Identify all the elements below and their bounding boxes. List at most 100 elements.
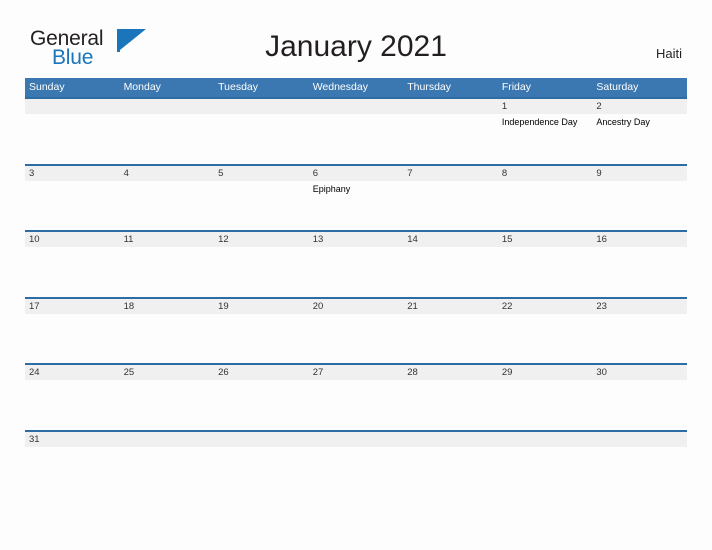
day-cell[interactable] <box>25 99 120 164</box>
day-cell[interactable]: 6 Epiphany <box>309 166 404 231</box>
day-cell[interactable] <box>309 432 404 497</box>
day-number: 19 <box>218 300 229 312</box>
day-number <box>313 432 404 447</box>
weekday-wednesday: Wednesday <box>312 81 368 93</box>
day-cell[interactable]: 8 <box>498 166 593 231</box>
day-number: 25 <box>123 367 135 379</box>
day-number: 15 <box>501 234 513 246</box>
day-number: 29 <box>501 367 513 379</box>
day-cell[interactable] <box>120 432 215 497</box>
day-cell[interactable]: 4 <box>120 166 215 231</box>
day-cell[interactable]: 24 <box>25 365 120 430</box>
day-number: 16 <box>596 234 607 246</box>
day-number <box>29 99 120 114</box>
day-number: 22 <box>501 300 513 312</box>
day-number: 21 <box>407 300 418 312</box>
day-number: 9 <box>596 167 602 179</box>
day-number: 3 <box>29 167 35 179</box>
day-number <box>502 432 593 447</box>
day-number: 27 <box>312 367 324 379</box>
day-number <box>218 99 309 114</box>
weekday-saturday: Saturday <box>596 81 639 93</box>
day-cell[interactable]: 18 <box>120 299 215 364</box>
day-cell[interactable]: 21 <box>403 299 498 364</box>
day-cell[interactable]: 15 <box>498 232 593 297</box>
weekday-friday: Friday <box>501 81 531 93</box>
week-row: 17 18 19 20 21 22 23 <box>25 296 687 364</box>
day-number: 24 <box>29 367 40 379</box>
day-event: Ancestry Day <box>596 117 650 127</box>
day-number: 5 <box>218 167 224 179</box>
day-number: 18 <box>123 300 135 312</box>
country-label: Haiti <box>655 46 682 61</box>
day-cell[interactable]: 30 <box>592 365 687 430</box>
day-cell[interactable]: 19 <box>214 299 309 364</box>
page-header: General Blue January 2021 Haiti <box>0 0 712 76</box>
week-row: 3 4 5 6 Epiphany 7 8 9 <box>25 163 687 231</box>
calendar-page: General Blue January 2021 Haiti Sunday M… <box>0 0 712 550</box>
day-cell[interactable] <box>403 99 498 164</box>
day-number: 4 <box>123 167 129 179</box>
day-cell[interactable] <box>120 99 215 164</box>
day-cell[interactable]: 23 <box>592 299 687 364</box>
day-cell[interactable] <box>309 99 404 164</box>
day-cell[interactable]: 2 Ancestry Day <box>592 99 687 164</box>
day-number <box>124 99 215 114</box>
day-number: 31 <box>29 433 40 445</box>
day-number <box>218 432 309 447</box>
page-title: January 2021 <box>265 30 447 63</box>
day-cell[interactable]: 17 <box>25 299 120 364</box>
day-cell[interactable]: 14 <box>403 232 498 297</box>
day-number: 11 <box>123 234 134 246</box>
day-cell[interactable]: 20 <box>309 299 404 364</box>
day-number <box>313 99 404 114</box>
day-number: 8 <box>501 167 508 179</box>
weekday-sunday: Sunday <box>29 81 65 93</box>
day-number: 2 <box>596 101 602 112</box>
day-number <box>596 432 687 447</box>
day-number: 6 <box>312 167 318 179</box>
weekday-thursday: Thursday <box>407 81 452 93</box>
week-row: 1 Independence Day 2 Ancestry Day <box>25 97 687 164</box>
day-cell[interactable]: 16 <box>592 232 687 297</box>
day-cell[interactable]: 25 <box>120 365 215 430</box>
day-number: 12 <box>218 234 229 246</box>
day-cell[interactable]: 12 <box>214 232 309 297</box>
day-cell[interactable]: 29 <box>498 365 593 430</box>
day-cell[interactable] <box>214 99 309 164</box>
day-cell[interactable] <box>592 432 687 497</box>
weekday-monday: Monday <box>123 81 161 93</box>
day-number <box>407 432 498 447</box>
day-cell[interactable] <box>403 432 498 497</box>
day-number: 26 <box>218 367 229 379</box>
day-cell[interactable]: 27 <box>309 365 404 430</box>
day-number: 13 <box>312 234 324 246</box>
day-cell[interactable]: 22 <box>498 299 593 364</box>
day-number <box>407 99 498 114</box>
day-cell[interactable]: 3 <box>25 166 120 231</box>
day-cell[interactable]: 7 <box>403 166 498 231</box>
day-number: 20 <box>312 300 324 312</box>
day-cell[interactable]: 9 <box>592 166 687 231</box>
day-number: 1 <box>501 101 508 112</box>
day-number: 30 <box>596 367 607 379</box>
day-cell[interactable] <box>214 432 309 497</box>
day-cell[interactable]: 10 <box>25 232 120 297</box>
week-row: 31 <box>25 429 687 497</box>
day-cell[interactable]: 11 <box>120 232 215 297</box>
day-number: 23 <box>596 300 607 312</box>
day-cell[interactable]: 28 <box>403 365 498 430</box>
weekday-header-row: Sunday Monday Tuesday Wednesday Thursday… <box>25 78 687 97</box>
day-number: 17 <box>29 300 40 312</box>
day-cell[interactable]: 31 <box>25 432 120 497</box>
day-cell[interactable]: 26 <box>214 365 309 430</box>
day-event: Epiphany <box>312 183 351 194</box>
day-cell[interactable]: 1 Independence Day <box>498 99 593 164</box>
weekday-tuesday: Tuesday <box>218 81 259 93</box>
day-number: 28 <box>407 367 418 379</box>
day-number <box>124 432 215 447</box>
day-cell[interactable] <box>498 432 593 497</box>
day-cell[interactable]: 13 <box>309 232 404 297</box>
day-number: 14 <box>407 234 418 246</box>
day-cell[interactable]: 5 <box>214 166 309 231</box>
